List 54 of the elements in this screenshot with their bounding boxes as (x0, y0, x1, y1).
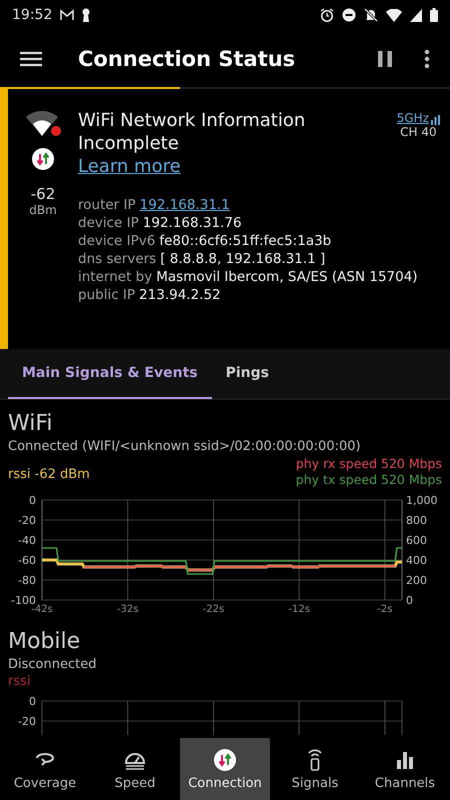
signal-unit: dBm (29, 203, 57, 217)
detail-label: device IP (78, 215, 139, 231)
axis-label: 200 (406, 574, 427, 587)
legend-label: rssi -62 dBm (8, 466, 90, 482)
axis-label: -32s (116, 604, 138, 614)
detail-value: 192.168.31.76 (142, 215, 242, 231)
axis-label: -80 (18, 574, 36, 587)
axis-label: -2s (377, 604, 392, 614)
detail-label: public IP (78, 287, 136, 303)
detail-value: Masmovil Ibercom, SA/ES (ASN 15704) (156, 269, 418, 285)
nav-tab[interactable]: Signals (270, 738, 360, 800)
detail-label: router IP (78, 197, 136, 213)
network-status-title: WiFi Network Information Incomplete (78, 109, 306, 155)
axis-label: -12s (288, 604, 310, 614)
axis-label: 400 (406, 554, 427, 567)
axis-label: -100 (11, 594, 36, 607)
axis-label: 800 (406, 514, 427, 527)
detail-label: internet by (78, 269, 152, 285)
axis-label: 0 (29, 494, 36, 507)
learn-more-link[interactable]: Learn more (78, 155, 181, 178)
axis-label: -20 (18, 715, 36, 728)
axis-label: 1,000 (406, 494, 438, 507)
detail-value: [ 8.8.8.8, 192.168.31.1 ] (160, 251, 326, 267)
axis-label: -60 (18, 554, 36, 567)
detail-value: 213.94.2.52 (139, 287, 221, 303)
axis-label: -20 (18, 514, 36, 527)
tab[interactable]: Pings (212, 349, 283, 399)
nav-tab[interactable]: Connection (180, 738, 270, 800)
axis-label: 0 (406, 594, 413, 607)
channel-label: CH 40 (400, 125, 437, 139)
tab[interactable]: Main Signals & Events (8, 349, 212, 399)
detail-label: dns servers (78, 251, 156, 267)
ip-link[interactable]: 192.168.31.1 (140, 197, 230, 213)
axis-label: -42s (31, 604, 53, 614)
nav-tab[interactable]: Speed (90, 738, 180, 800)
legend-label: phy rx speed 520 Mbps (296, 456, 442, 472)
legend-label: phy tx speed 520 Mbps (296, 472, 442, 488)
axis-label: 600 (406, 534, 427, 547)
connection-status: Disconnected (7, 656, 98, 674)
signal-value: -62 (30, 185, 56, 203)
detail-label: device IPv6 (78, 233, 156, 249)
axis-label: 0 (29, 695, 36, 708)
detail-value: fe80::6cf6:51ff:fec5:1a3b (159, 233, 332, 249)
axis-label: -22s (202, 604, 224, 614)
band-link[interactable]: 5GHz (396, 111, 429, 125)
rssi-legend: rssi (0, 674, 450, 689)
section-title: Mobile (7, 628, 82, 656)
nav-tab[interactable]: Channels (360, 738, 450, 800)
connection-status: Connected (WIFI/<unknown ssid>/02:00:00:00:00:00) (7, 438, 362, 456)
nav-tab[interactable]: Coverage (0, 738, 90, 800)
axis-label: -40 (18, 534, 36, 547)
section-title: WiFi (7, 410, 54, 438)
clock-time: 19:52 (12, 7, 52, 23)
screen-title: Connection Status (78, 46, 296, 70)
